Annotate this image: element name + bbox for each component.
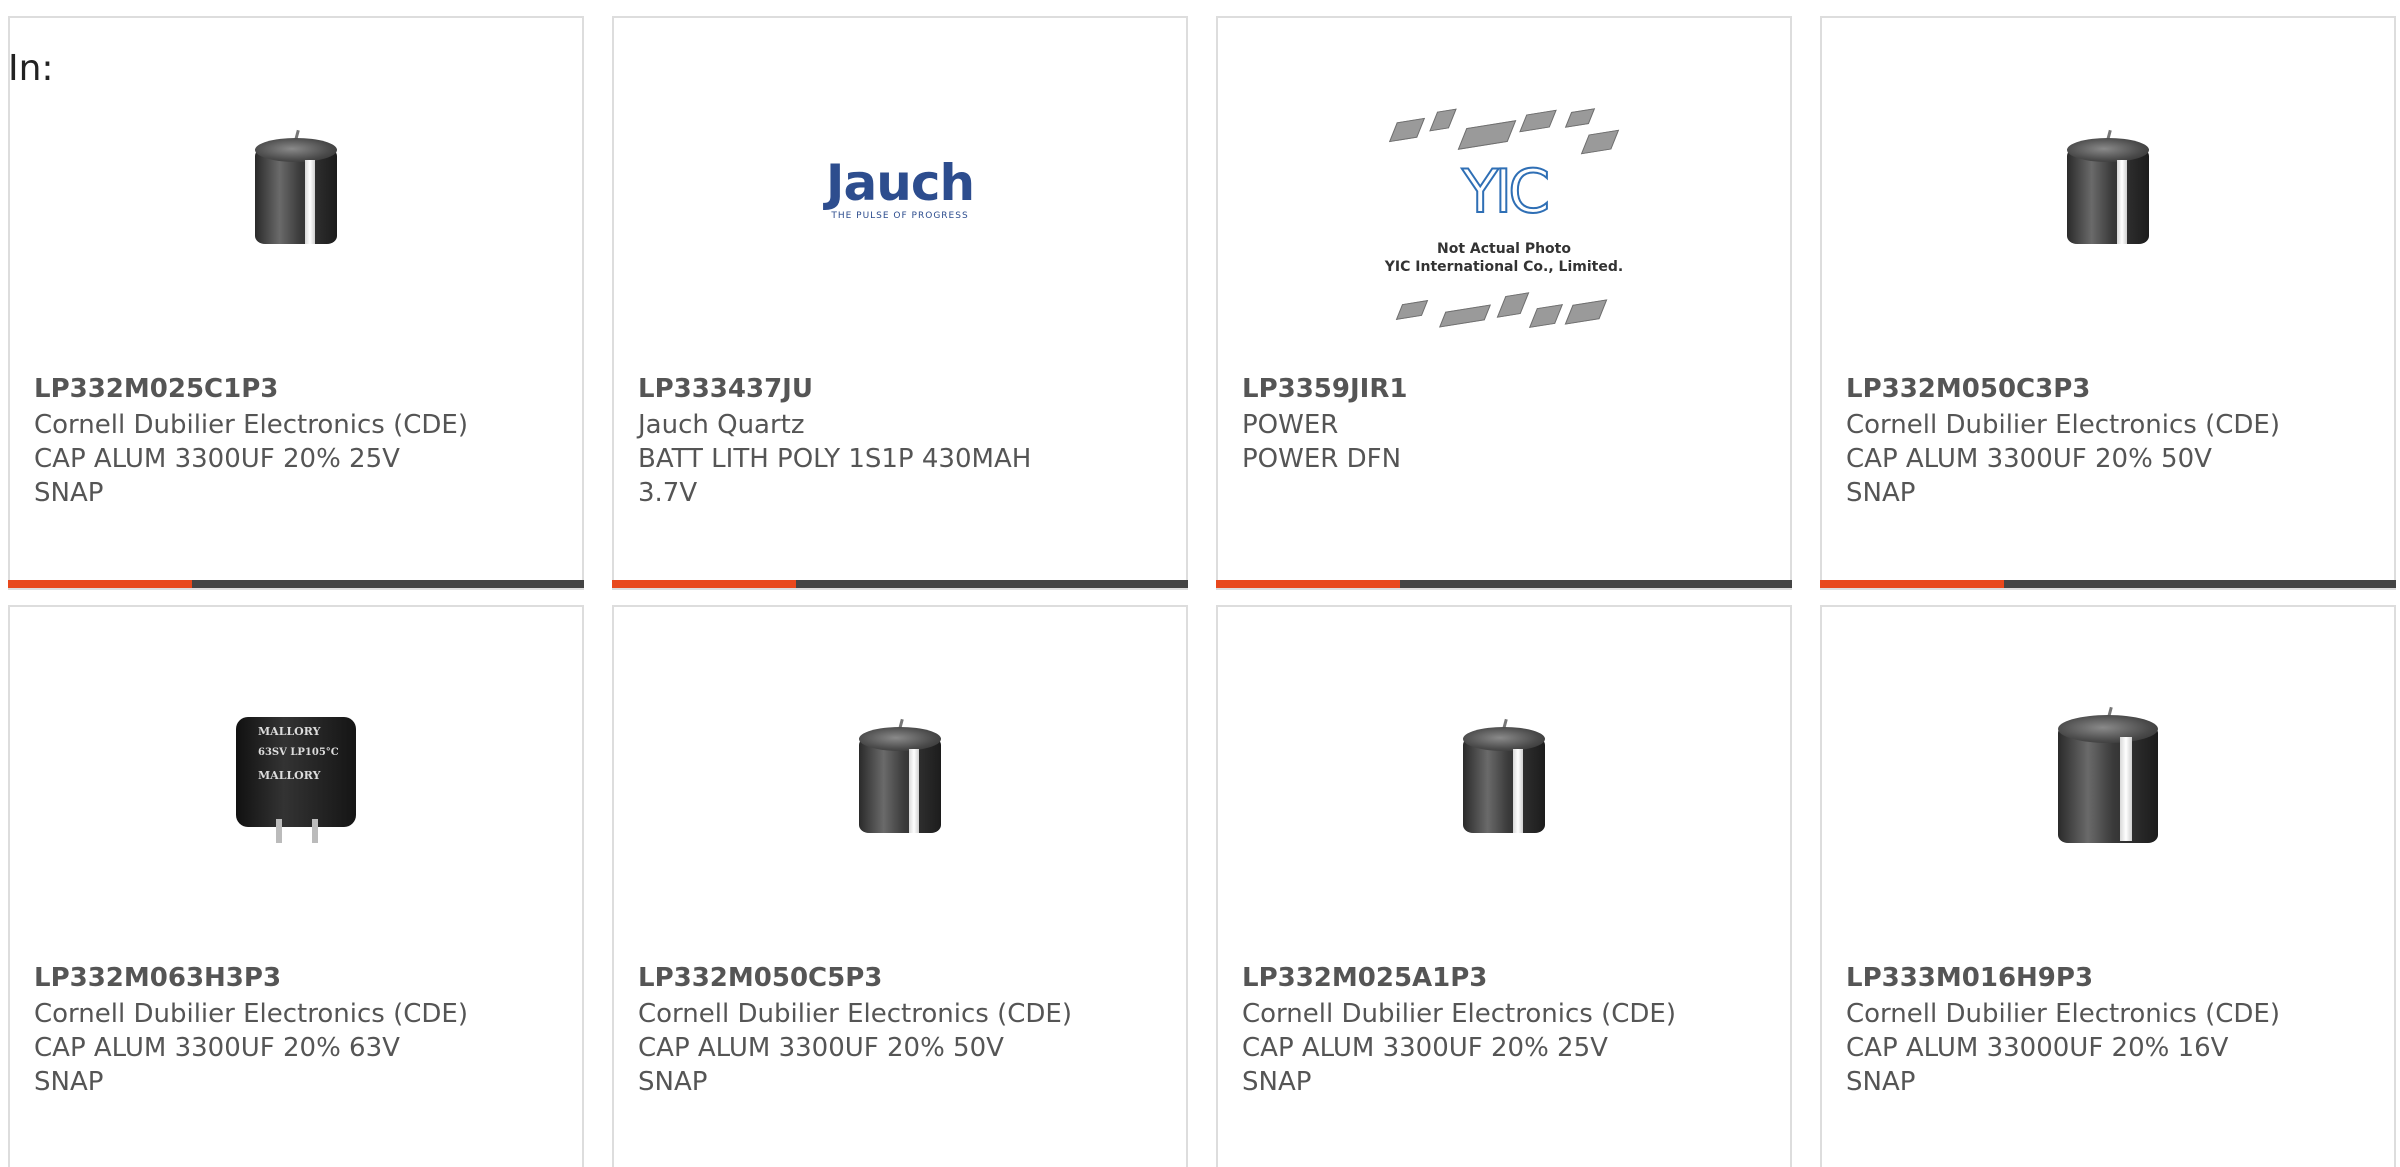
chip-icon: [1580, 129, 1620, 155]
manufacturer: Cornell Dubilier Electronics (CDE): [1242, 999, 1676, 1029]
progress-bar: [1216, 580, 1792, 588]
capacitor-icon: [1463, 718, 1545, 835]
progress-bar: [8, 580, 584, 588]
progress-bar: [1820, 580, 2396, 588]
part-number[interactable]: LP333437JU: [638, 372, 813, 406]
logo-text: MALLORY: [258, 769, 321, 782]
product-card[interactable]: Jauch THE PULSE OF PROGRESS LP333437JU J…: [612, 16, 1188, 590]
progress-fill: [612, 580, 797, 588]
rating-text: 63SV LP105°C: [258, 747, 339, 758]
chip-icon: [1529, 304, 1563, 328]
description: CAP ALUM 3300UF 20% 25V SNAP: [1242, 1033, 1608, 1097]
logo-tagline: THE PULSE OF PROGRESS: [831, 211, 969, 221]
product-card[interactable]: LP333M016H9P3 Cornell Dubilier Electroni…: [1820, 605, 2396, 1167]
product-card[interactable]: MALLORY 63SV LP105°C MALLORY LP332M063H3…: [8, 605, 584, 1167]
chip-icon: [1564, 299, 1608, 325]
product-image[interactable]: MALLORY 63SV LP105°C MALLORY: [196, 679, 396, 875]
product-image[interactable]: YIC Not Actual Photo YIC International C…: [1364, 106, 1644, 366]
part-number[interactable]: LP332M050C3P3: [1846, 372, 2090, 406]
part-number[interactable]: LP332M050C5P3: [638, 961, 882, 995]
product-image[interactable]: [2008, 90, 2208, 286]
product-image[interactable]: Jauch THE PULSE OF PROGRESS: [800, 90, 1000, 286]
manufacturer: Jauch Quartz: [638, 410, 805, 440]
description: BATT LITH POLY 1S1P 430MAH 3.7V: [638, 444, 1032, 508]
capacitor-icon: [255, 129, 337, 246]
product-image[interactable]: [800, 679, 1000, 875]
chip-icon: [1519, 109, 1557, 133]
chip-icon: [1395, 300, 1429, 320]
image-caption: YIC International Co., Limited.: [1384, 259, 1624, 275]
manufacturer: Cornell Dubilier Electronics (CDE): [34, 410, 468, 440]
part-number[interactable]: LP332M025C1P3: [34, 372, 278, 406]
manufacturer: Cornell Dubilier Electronics (CDE): [638, 999, 1072, 1029]
description: CAP ALUM 3300UF 20% 25V SNAP: [34, 444, 400, 508]
mallory-capacitor-icon: MALLORY 63SV LP105°C MALLORY: [236, 707, 356, 847]
manufacturer: Cornell Dubilier Electronics (CDE): [1846, 999, 2280, 1029]
manufacturer: Cornell Dubilier Electronics (CDE): [34, 999, 468, 1029]
progress-fill: [8, 580, 193, 588]
manufacturer: Cornell Dubilier Electronics (CDE): [1846, 410, 2280, 440]
capacitor-icon: [859, 718, 941, 835]
part-number[interactable]: LP332M025A1P3: [1242, 961, 1487, 995]
description: CAP ALUM 3300UF 20% 63V SNAP: [34, 1033, 400, 1097]
chip-icon: [1388, 117, 1426, 143]
jauch-logo: Jauch THE PULSE OF PROGRESS: [825, 154, 975, 221]
capacitor-icon: [2067, 129, 2149, 246]
logo-text: MALLORY: [258, 725, 321, 738]
product-card[interactable]: LP332M025C1P3 Cornell Dubilier Electroni…: [8, 16, 584, 590]
filter-label: In:: [8, 48, 54, 89]
product-image[interactable]: [196, 90, 396, 286]
image-caption: Not Actual Photo: [1437, 241, 1571, 257]
logo-text: Jauch: [825, 154, 975, 212]
product-card[interactable]: LP332M025A1P3 Cornell Dubilier Electroni…: [1216, 605, 1792, 1167]
product-card[interactable]: LP332M050C5P3 Cornell Dubilier Electroni…: [612, 605, 1188, 1167]
yic-logo: YIC: [1461, 157, 1551, 227]
description: CAP ALUM 33000UF 20% 16V SNAP: [1846, 1033, 2229, 1097]
chip-icon: [1496, 292, 1530, 318]
description: CAP ALUM 3300UF 20% 50V SNAP: [1846, 444, 2212, 508]
chip-icon: [1564, 108, 1596, 128]
progress-bar: [612, 580, 1188, 588]
part-number[interactable]: LP3359JIR1: [1242, 372, 1407, 406]
chip-icon: [1439, 304, 1491, 328]
manufacturer: POWER: [1242, 410, 1339, 440]
product-card[interactable]: YIC Not Actual Photo YIC International C…: [1216, 16, 1792, 590]
product-card[interactable]: LP332M050C3P3 Cornell Dubilier Electroni…: [1820, 16, 2396, 590]
progress-fill: [1216, 580, 1401, 588]
part-number[interactable]: LP333M016H9P3: [1846, 961, 2093, 995]
description: POWER DFN: [1242, 444, 1402, 474]
product-image[interactable]: [2008, 679, 2208, 875]
product-image[interactable]: [1404, 679, 1604, 875]
capacitor-icon: [2058, 706, 2158, 847]
description: CAP ALUM 3300UF 20% 50V SNAP: [638, 1033, 1004, 1097]
chip-icon: [1429, 108, 1457, 132]
progress-fill: [1820, 580, 2005, 588]
chip-icon: [1457, 120, 1517, 150]
product-grid-page: In: LP332M025C1P3 Cornell Dubilier Elect…: [0, 0, 2400, 1167]
part-number[interactable]: LP332M063H3P3: [34, 961, 281, 995]
